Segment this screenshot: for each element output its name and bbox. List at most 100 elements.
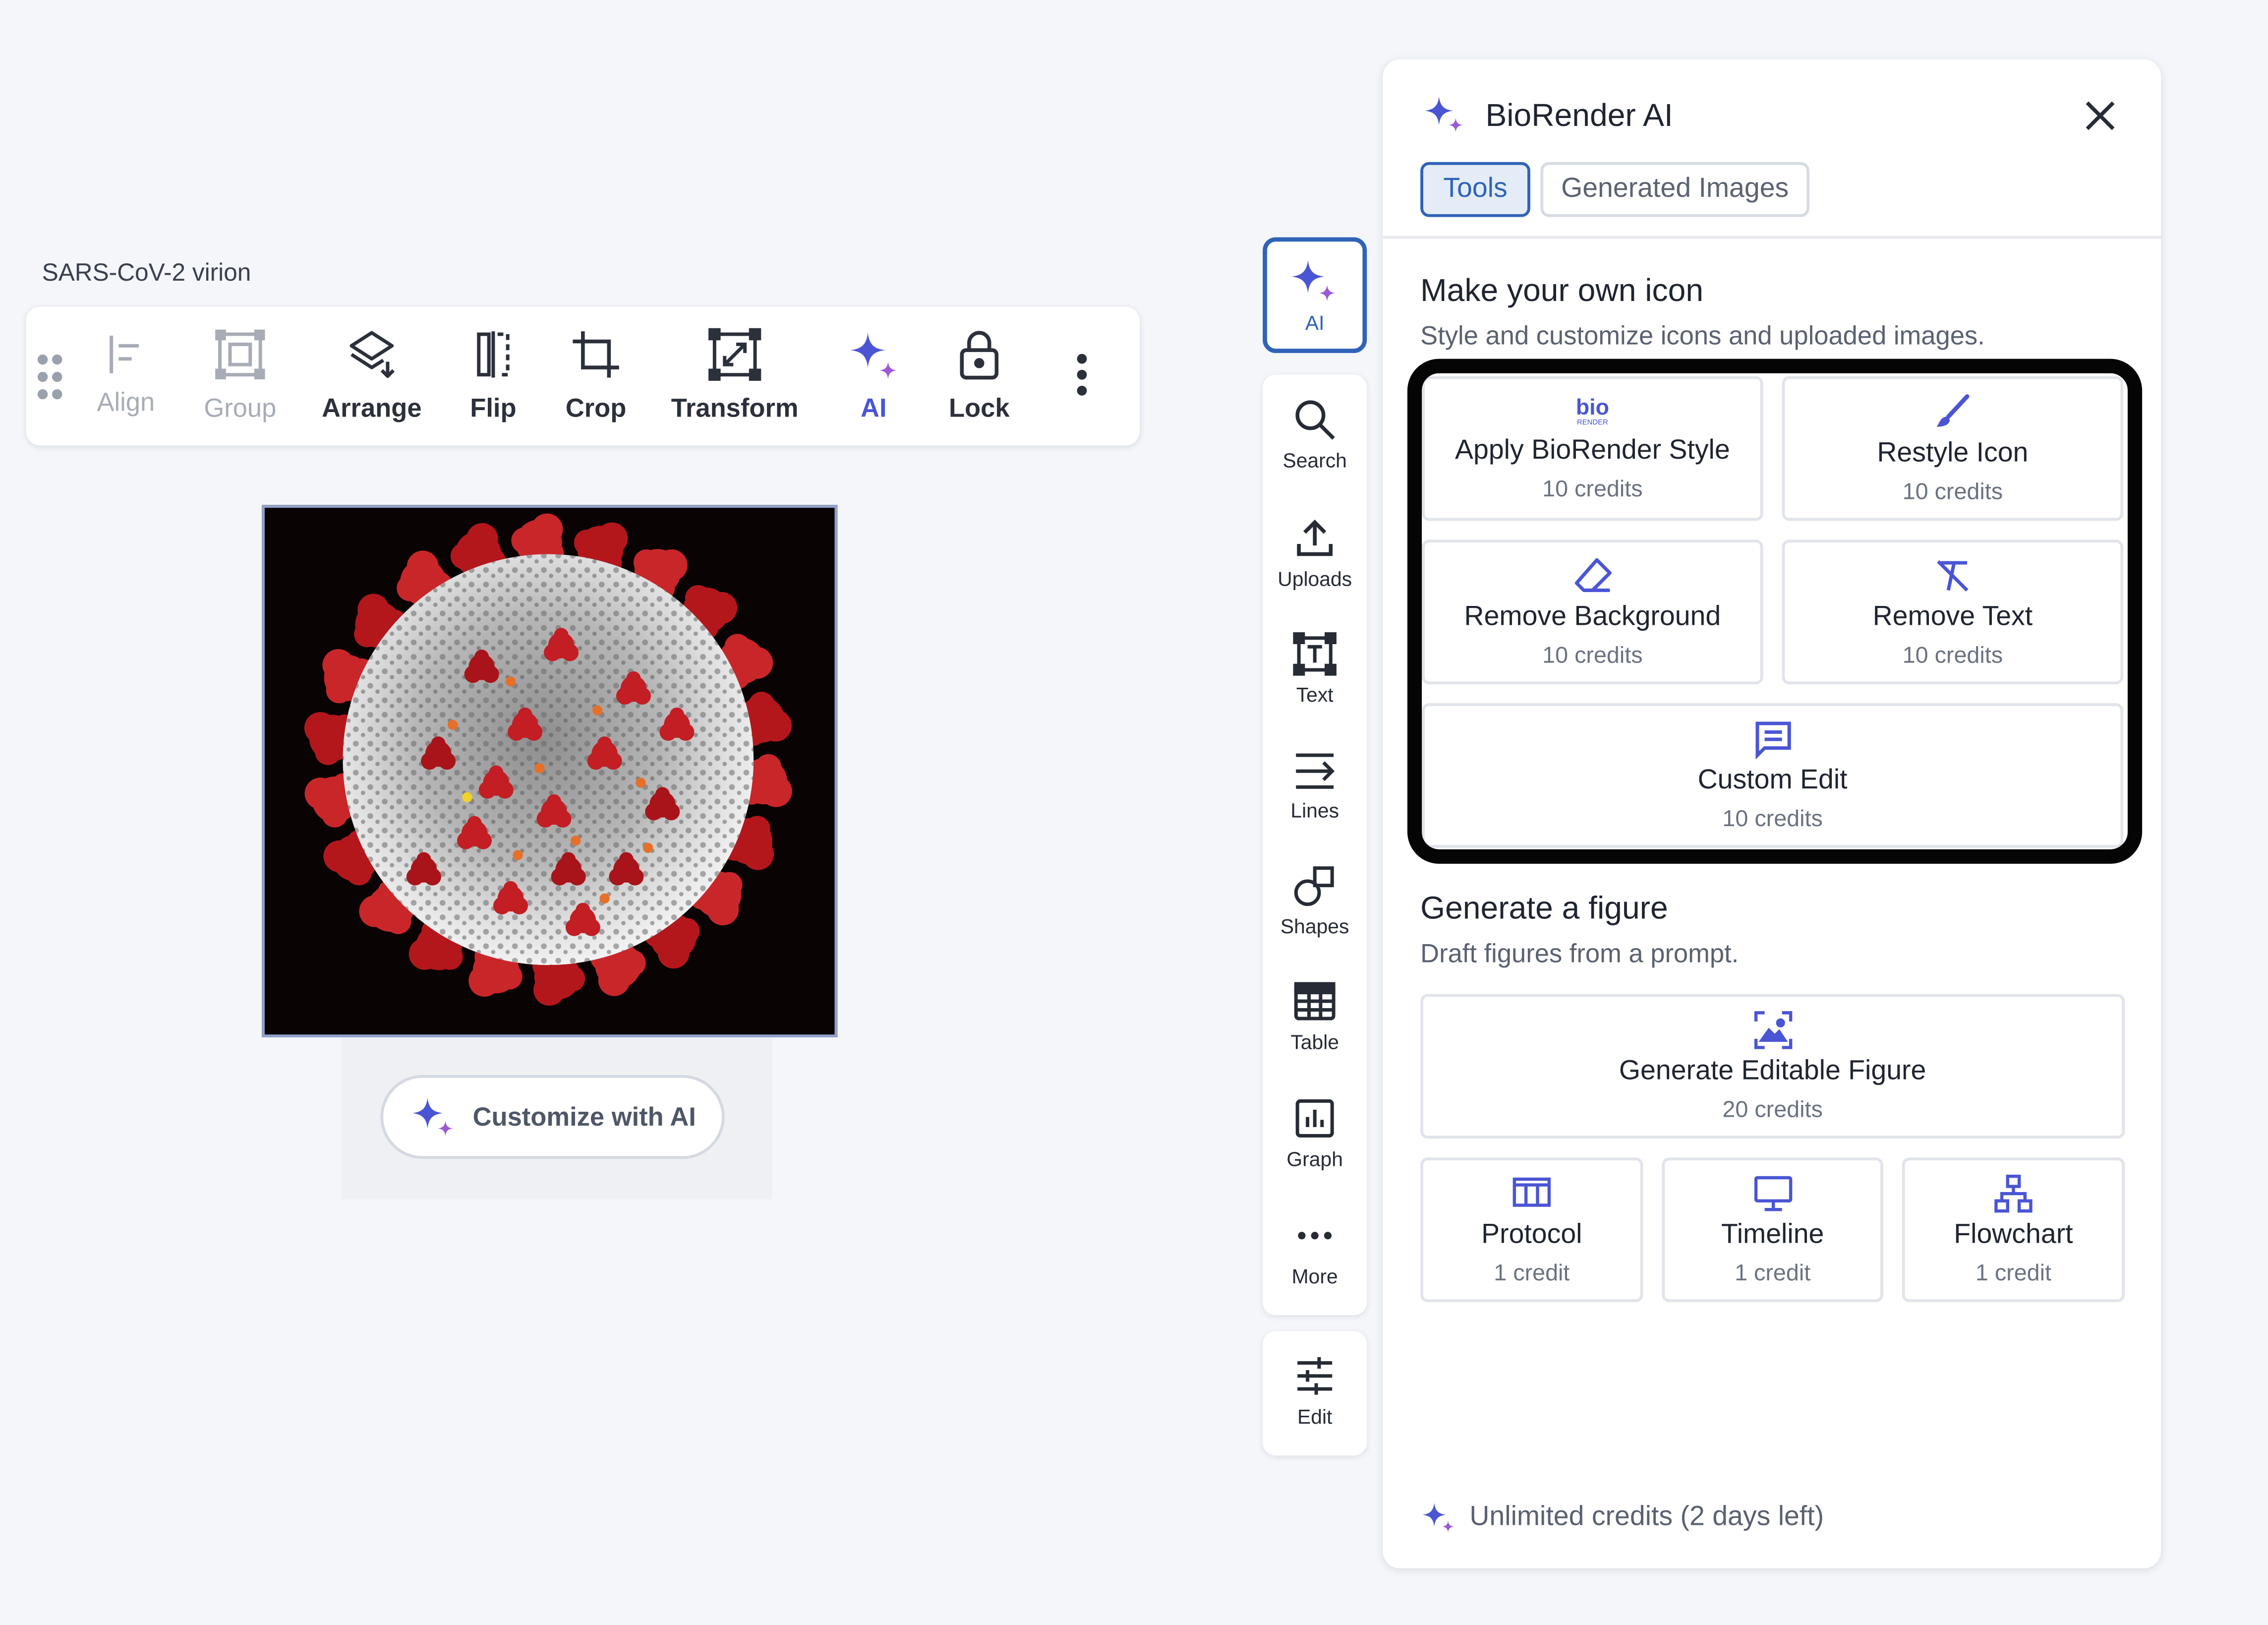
sidebar-item-label: Lines <box>1290 798 1339 822</box>
highlight-outline <box>1407 359 2143 864</box>
group-icon <box>215 329 265 380</box>
ai-sparkle-icon <box>1424 96 1463 132</box>
sidebar-item-ai[interactable]: AI <box>1263 237 1367 353</box>
ai-sparkle-icon <box>1291 260 1336 301</box>
envelope-protein <box>571 835 581 846</box>
close-icon[interactable] <box>2082 97 2119 134</box>
envelope-protein <box>534 763 545 774</box>
toolbar-arrange-button[interactable]: Arrange <box>315 327 428 431</box>
text-icon <box>1293 632 1337 676</box>
upload-icon <box>1297 519 1333 556</box>
protocol-card[interactable]: Protocol 1 credit <box>1420 1157 1643 1302</box>
section-subtitle-make-icon: Style and customize icons and uploaded i… <box>1420 321 1985 351</box>
card-title: Protocol <box>1481 1219 1582 1250</box>
more-icon <box>1298 1232 1332 1240</box>
table-icon <box>1294 982 1336 1021</box>
transform-icon <box>708 328 761 381</box>
drag-handle-icon[interactable] <box>37 354 66 401</box>
tab-tools[interactable]: Tools <box>1420 162 1530 217</box>
toolbar-label: Align <box>97 387 155 417</box>
envelope-protein <box>462 792 472 802</box>
monitor-icon <box>1753 1176 1792 1211</box>
panel-divider <box>1383 236 2161 239</box>
card-credits: 1 credit <box>1494 1262 1570 1286</box>
toolbar-label: Arrange <box>322 393 422 422</box>
generate-editable-figure-card[interactable]: Generate Editable Figure 20 credits <box>1420 994 2125 1139</box>
card-title: Generate Editable Figure <box>1619 1056 1926 1087</box>
sidebar-item-label: Text <box>1296 683 1334 706</box>
ai-sparkle-icon <box>412 1097 453 1137</box>
envelope-protein <box>642 843 653 853</box>
flowchart-card[interactable]: Flowchart 1 credit <box>1902 1157 2125 1302</box>
sidebar-item-lines[interactable]: Lines <box>1263 748 1367 822</box>
columns-icon <box>1512 1177 1551 1207</box>
sidebar-item-table[interactable]: Table <box>1263 979 1367 1053</box>
toolbar-flip-button[interactable]: Flip <box>460 327 526 431</box>
envelope-protein <box>513 850 523 860</box>
more-vertical-icon <box>1077 354 1087 396</box>
credits-status-text: Unlimited credits (2 days left) <box>1469 1502 1824 1532</box>
sidebar-item-search[interactable]: Search <box>1263 398 1367 472</box>
toolbar-label: AI <box>861 393 887 422</box>
toolbar-lock-button[interactable]: Lock <box>943 327 1015 431</box>
tab-generated-images[interactable]: Generated Images <box>1540 162 1810 217</box>
align-icon <box>110 335 139 373</box>
toolbar-label: Flip <box>470 393 517 422</box>
sidebar: Search Uploads Text Lines Shapes Table G… <box>1263 374 1367 1316</box>
image-frame-icon <box>1753 1011 1792 1049</box>
flowchart-icon <box>1994 1174 2033 1213</box>
envelope-protein <box>505 676 516 687</box>
panel-title: BioRender AI <box>1485 97 1673 133</box>
sidebar-item-label: More <box>1291 1264 1338 1288</box>
sidebar-item-label: Table <box>1290 1030 1339 1054</box>
toolbar-ai-button[interactable]: AI <box>845 327 903 431</box>
toolbar-crop-button[interactable]: Crop <box>561 327 631 431</box>
toolbar-label: Lock <box>948 393 1010 422</box>
sidebar-item-label: Graph <box>1286 1147 1343 1171</box>
ai-sparkle-icon <box>850 333 897 379</box>
virion-image[interactable] <box>262 505 838 1037</box>
sidebar-item-label: AI <box>1305 311 1325 334</box>
card-title: Timeline <box>1721 1219 1824 1250</box>
customize-with-ai-button[interactable]: Customize with AI <box>380 1075 725 1159</box>
sliders-icon <box>1297 1357 1333 1395</box>
shapes-icon <box>1294 866 1334 906</box>
envelope-protein <box>599 893 610 904</box>
sidebar-item-label: Edit <box>1297 1405 1333 1428</box>
toolbar-label: Group <box>204 393 277 422</box>
toolbar-transform-button[interactable]: Transform <box>668 327 801 431</box>
flip-icon <box>477 331 510 378</box>
sidebar-item-label: Shapes <box>1280 914 1349 938</box>
crop-icon <box>573 331 619 378</box>
sidebar-item-uploads[interactable]: Uploads <box>1263 517 1367 590</box>
sidebar-item-label: Search <box>1282 448 1347 472</box>
toolbar-label: Transform <box>671 393 799 422</box>
sidebar-item-shapes[interactable]: Shapes <box>1263 864 1367 938</box>
ai-sparkle-icon <box>1422 1503 1454 1533</box>
credits-status: Unlimited credits (2 days left) <box>1420 1501 1824 1535</box>
toolbar-more-button[interactable] <box>1064 350 1099 454</box>
envelope-protein <box>636 778 646 788</box>
sidebar-item-edit[interactable]: Edit <box>1263 1331 1367 1456</box>
biorender-ai-panel: BioRender AI Tools Generated Images Make… <box>1383 59 2161 1568</box>
section-subtitle-generate-figure: Draft figures from a prompt. <box>1420 939 1739 968</box>
element-toolbar: Align Group Arrange Flip Crop Transform … <box>26 306 1140 446</box>
toolbar-align-button[interactable]: Align <box>90 327 162 431</box>
customize-with-ai-label: Customize with AI <box>472 1101 696 1131</box>
sidebar-item-more[interactable]: More <box>1263 1214 1367 1288</box>
envelope-protein <box>592 705 603 716</box>
section-title-make-icon: Make your own icon <box>1420 272 1704 308</box>
sidebar-item-text[interactable]: Text <box>1263 632 1367 706</box>
section-title-generate-figure: Generate a figure <box>1420 890 1668 926</box>
toolbar-label: Crop <box>565 393 627 422</box>
selected-element-label: SARS-CoV-2 virion <box>42 259 251 287</box>
search-icon <box>1295 400 1335 440</box>
timeline-card[interactable]: Timeline 1 credit <box>1662 1157 1883 1302</box>
virus-illustration <box>264 508 835 1035</box>
sidebar-item-graph[interactable]: Graph <box>1263 1097 1367 1171</box>
card-credits: 1 credit <box>1975 1262 2051 1286</box>
envelope-protein <box>448 720 458 730</box>
card-title: Flowchart <box>1954 1219 2073 1250</box>
arrange-icon <box>349 331 395 378</box>
toolbar-group-button[interactable]: Group <box>200 327 281 431</box>
